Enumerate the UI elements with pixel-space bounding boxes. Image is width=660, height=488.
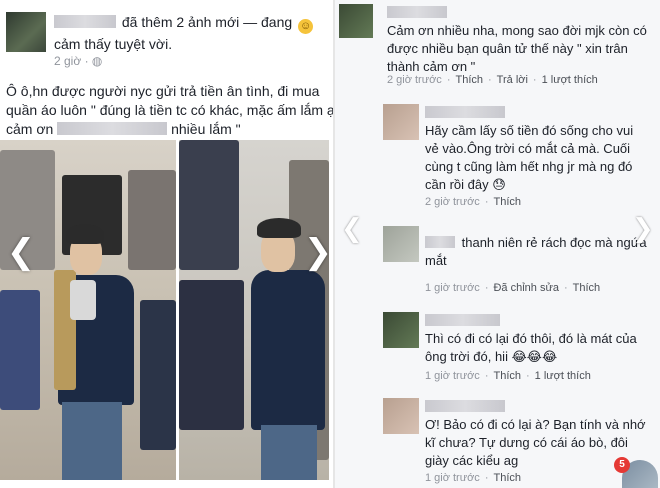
post-text: Ô ô,hn được người nyc gửi trả tiền ân tì…	[6, 82, 333, 139]
comment-actions: 1 giờ trước · Thích	[425, 472, 521, 484]
reply-link[interactable]: Trả lời	[497, 74, 528, 86]
comment-time[interactable]: 2 giờ trước	[425, 196, 480, 208]
post-photo-1[interactable]: ❮	[0, 140, 176, 480]
clothing-rack	[0, 290, 40, 410]
chevron-left-icon[interactable]: ❮	[341, 214, 363, 244]
comment-text: Cảm ơn nhiều nha, mong sao đời mjk còn c…	[387, 23, 647, 74]
commenter-avatar[interactable]	[339, 4, 373, 38]
commenter-avatar[interactable]	[383, 312, 419, 348]
post-header: đã thêm 2 ảnh mới — đang ☺ cảm thấy tuyệ…	[54, 12, 330, 54]
person-jacket	[251, 270, 325, 430]
commenter-avatar[interactable]	[383, 398, 419, 434]
comment-body: Thì có đi có lại đó thôi, đó là mát của …	[425, 312, 650, 366]
commenter-name-redacted[interactable]	[425, 236, 455, 248]
comment-text: Hãy cầm lấy số tiền đó sống cho vui vẻ v…	[425, 123, 634, 192]
post-text-segment: cảm ơn	[6, 121, 54, 137]
post-text-line: Ô ô,hn được người nyc gửi trả tiền ân tì…	[6, 83, 320, 99]
notification-badge[interactable]: 5	[614, 457, 630, 473]
photo-gallery: ❮ ❯	[0, 140, 333, 488]
chevron-left-icon[interactable]: ❮	[6, 232, 36, 272]
sweat-emoji-icon: 😓	[492, 177, 506, 192]
like-link[interactable]: Thích	[493, 472, 521, 484]
like-count[interactable]: 1 lượt thích	[542, 74, 598, 86]
edited-label[interactable]: Đã chỉnh sửa	[493, 282, 558, 294]
dot-separator: ·	[84, 54, 92, 68]
person-cap	[66, 224, 104, 244]
post-text-line: cảm ơn nhiều lắm "	[6, 120, 333, 139]
comment-text: thanh niên rẻ rách đọc mà ngứa mắt	[425, 235, 647, 268]
comment-actions: 2 giờ trước · Thích	[425, 196, 521, 208]
commenter-name-redacted[interactable]	[387, 6, 447, 18]
like-link[interactable]: Thích	[573, 282, 601, 294]
smile-icon: ☺	[298, 19, 314, 34]
clothing-rack	[128, 170, 176, 270]
globe-icon: ◍	[91, 54, 103, 68]
comment-text: Ơ! Bảo có đi có lại à? Bạn tính và nhớ k…	[425, 417, 646, 468]
comment-time[interactable]: 1 giờ trước	[425, 370, 480, 382]
post-author-name-redacted[interactable]	[54, 15, 116, 28]
comments-panel: Cảm ơn nhiều nha, mong sao đời mjk còn c…	[335, 0, 660, 488]
comment-actions: 1 giờ trước · Thích · 1 lượt thích	[425, 370, 591, 382]
comment-time[interactable]: 1 giờ trước	[425, 282, 480, 294]
chevron-right-icon[interactable]: ❯	[303, 232, 329, 272]
comment-body: thanh niên rẻ rách đọc mà ngứa mắt	[425, 234, 650, 270]
phone	[70, 280, 96, 320]
laughing-emoji-icon: 😂😂😂	[511, 349, 558, 364]
commenter-avatar[interactable]	[383, 226, 419, 262]
person-jeans	[261, 425, 317, 480]
commenter-avatar[interactable]	[383, 104, 419, 140]
post-feeling-text: cảm thấy tuyệt vời.	[54, 36, 173, 52]
commenter-name-redacted[interactable]	[425, 106, 505, 118]
comment-body: Cảm ơn nhiều nha, mong sao đời mjk còn c…	[387, 4, 652, 76]
comment-actions: 2 giờ trước · Thích · Trả lời · 1 lượt thích	[387, 74, 598, 86]
comment-time[interactable]: 1 giờ trước	[425, 472, 480, 484]
post-author-avatar[interactable]	[6, 12, 46, 52]
post-action-text: đã thêm 2 ảnh mới — đang	[121, 14, 293, 30]
clothing-rack	[179, 280, 244, 430]
chevron-right-icon[interactable]: ❯	[632, 214, 654, 244]
commenter-name-redacted[interactable]	[425, 400, 505, 412]
person-cap	[257, 218, 301, 238]
comment-actions: 1 giờ trước · Đã chỉnh sửa · Thích	[425, 282, 601, 294]
person-jeans	[62, 402, 122, 480]
redacted-name	[57, 122, 168, 135]
like-link[interactable]: Thích	[493, 370, 521, 382]
post-timestamp[interactable]: 2 giờ	[54, 54, 81, 68]
like-link[interactable]: Thích	[455, 74, 483, 86]
comment-body: Hãy cầm lấy số tiền đó sống cho vui vẻ v…	[425, 104, 650, 194]
like-count[interactable]: 1 lượt thích	[535, 370, 591, 382]
like-link[interactable]: Thích	[493, 196, 521, 208]
post-meta: 2 giờ · ◍	[54, 54, 102, 68]
post-text-line: quần áo luôn " đúng là tiền tc có khác, …	[6, 102, 333, 118]
post-photo-2[interactable]: ❯	[179, 140, 329, 480]
comment-time[interactable]: 2 giờ trước	[387, 74, 442, 86]
commenter-name-redacted[interactable]	[425, 314, 500, 326]
post-panel: đã thêm 2 ảnh mới — đang ☺ cảm thấy tuyệ…	[0, 0, 333, 488]
post-text-segment: nhiều lắm "	[171, 121, 241, 137]
clothing-rack	[179, 140, 239, 270]
clothing-rack	[140, 300, 176, 450]
